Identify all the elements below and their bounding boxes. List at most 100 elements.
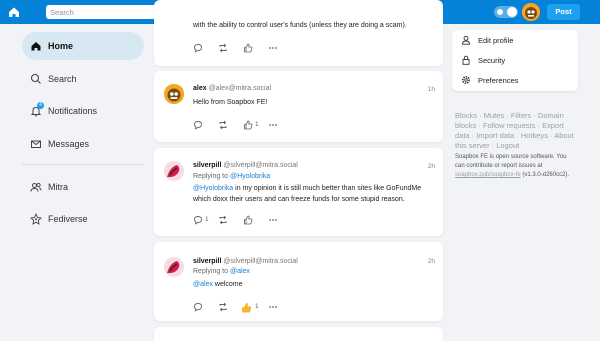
timestamp[interactable]: 2h	[428, 258, 435, 265]
reply-icon[interactable]	[193, 302, 203, 312]
like-count: 1	[255, 303, 259, 310]
users-icon	[30, 182, 42, 192]
account-handle[interactable]: @alex@mitra.social	[209, 85, 271, 92]
sidebar-item-label: Notifications	[48, 106, 98, 116]
account-handle[interactable]: @silverpill@mitra.social	[223, 162, 298, 169]
sidebar-item-fediverse[interactable]: Fediverse	[22, 205, 144, 233]
sidebar-item-notifications[interactable]: 4 Notifications	[22, 97, 144, 125]
notification-count-badge: 4	[37, 102, 44, 109]
more-icon[interactable]	[268, 215, 278, 225]
account-handle[interactable]: @silverpill@mitra.social	[223, 258, 298, 265]
repost-icon[interactable]	[218, 43, 228, 53]
avatar-image	[164, 84, 184, 104]
toggle-knob	[507, 7, 517, 17]
sidebar-divider	[22, 163, 144, 165]
post-button[interactable]: Post	[547, 4, 580, 20]
reply-icon[interactable]	[193, 215, 203, 225]
status-content: with the ability to control user's funds…	[193, 22, 407, 29]
replying-to-link[interactable]: @alex	[230, 268, 250, 275]
more-icon[interactable]	[268, 43, 278, 53]
thumbs-up-emoji-icon[interactable]	[241, 302, 252, 313]
replying-to-link[interactable]: @Hyolobrika	[230, 173, 270, 180]
status-content: Hello from Soapbox FE!	[193, 99, 268, 106]
search-placeholder: Search	[50, 8, 74, 17]
avatar-image	[522, 3, 540, 21]
status-actions: 1	[193, 215, 313, 225]
fediverse-icon	[30, 213, 42, 225]
status-content: @alex welcome	[193, 279, 435, 290]
footer-note-prefix: Soapbox FE is open source software. You …	[455, 154, 567, 169]
sidebar-item-mitra[interactable]: Mitra	[22, 173, 144, 201]
home-icon	[9, 7, 19, 17]
sidebar-item-search[interactable]: Search	[22, 65, 144, 93]
reply-icon[interactable]	[193, 120, 203, 130]
avatar[interactable]	[164, 257, 184, 277]
replying-to: Replying to @Hyolobrika	[193, 173, 270, 180]
status-card[interactable]: silverpill @silverpill@mitra.social 2h R…	[154, 148, 443, 236]
user-icon	[462, 35, 470, 45]
reply-count: 1	[205, 216, 209, 223]
envelope-icon	[31, 140, 41, 148]
repost-icon[interactable]	[218, 215, 228, 225]
account-avatar[interactable]	[522, 3, 540, 21]
more-icon[interactable]	[268, 120, 278, 130]
search-icon	[30, 73, 41, 84]
sun-icon	[497, 9, 503, 15]
avatar-image	[164, 257, 184, 277]
more-icon[interactable]	[268, 302, 278, 312]
sidebar-item-label: Fediverse	[48, 214, 88, 224]
sidebar-item-label: Messages	[48, 138, 90, 149]
status-card[interactable]	[154, 327, 443, 341]
lock-icon	[462, 55, 470, 65]
sidebar-item-home[interactable]: Home	[22, 32, 144, 60]
menu-item-security[interactable]: Security	[452, 50, 578, 70]
avatar[interactable]	[164, 161, 184, 181]
mention-link[interactable]: @Hyolobrika	[193, 185, 233, 192]
status-card[interactable]: alex @alex@mitra.social 1h Hello from So…	[154, 71, 443, 142]
mention-link[interactable]: @alex	[193, 281, 213, 288]
menu-item-label: Edit profile	[478, 36, 514, 45]
timestamp[interactable]: 2h	[428, 163, 435, 170]
sidebar-item-label: Search	[48, 73, 77, 84]
avatar[interactable]	[164, 84, 184, 104]
status-actions: 1	[193, 120, 313, 130]
footer-links[interactable]: Blocks · Mutes · Filters · Domain blocks…	[455, 111, 577, 151]
sidebar-item-messages[interactable]: Messages	[22, 130, 144, 158]
status-text: welcome	[212, 281, 243, 288]
status-content: @Hyolobrika in my opinion it is still mu…	[193, 183, 435, 205]
menu-item-label: Security	[478, 56, 506, 65]
home-logo-button[interactable]	[6, 4, 22, 20]
repost-icon[interactable]	[218, 302, 228, 312]
theme-toggle[interactable]	[494, 6, 518, 18]
status-card[interactable]: with the ability to control user's funds…	[154, 0, 443, 66]
home-icon	[31, 42, 41, 51]
avatar-image	[164, 161, 184, 181]
sidebar-navigation: Home Search 4 Notifications Messages Mit…	[22, 32, 144, 238]
gear-icon	[461, 75, 471, 85]
replying-to-prefix: Replying to	[193, 173, 230, 180]
menu-item-preferences[interactable]: Preferences	[452, 70, 578, 90]
source-code-link[interactable]: soapbox.pub/soapbox-fe	[455, 172, 521, 178]
footer-note: Soapbox FE is open source software. You …	[455, 153, 577, 180]
status-header: silverpill @silverpill@mitra.social	[193, 162, 298, 169]
display-name[interactable]: silverpill	[193, 162, 221, 169]
like-icon[interactable]	[243, 215, 253, 225]
status-card[interactable]: silverpill @silverpill@mitra.social 2h R…	[154, 242, 443, 321]
menu-item-label: Preferences	[478, 76, 519, 85]
timestamp[interactable]: 1h	[428, 86, 435, 93]
display-name[interactable]: silverpill	[193, 258, 221, 265]
footer-note-suffix: (v1.3.0-d260cc2).	[520, 172, 570, 178]
status-header: alex @alex@mitra.social	[193, 85, 271, 92]
like-icon[interactable]	[243, 120, 253, 130]
like-count: 1	[255, 121, 259, 128]
replying-to-prefix: Replying to	[193, 268, 230, 275]
reply-icon[interactable]	[193, 43, 203, 53]
like-icon[interactable]	[243, 43, 253, 53]
sidebar-item-label: Mitra	[48, 181, 68, 192]
replying-to: Replying to @alex	[193, 268, 250, 275]
status-actions	[193, 43, 313, 53]
menu-item-edit-profile[interactable]: Edit profile	[452, 30, 578, 50]
repost-icon[interactable]	[218, 120, 228, 130]
display-name[interactable]: alex	[193, 85, 207, 92]
status-header: silverpill @silverpill@mitra.social	[193, 258, 298, 265]
